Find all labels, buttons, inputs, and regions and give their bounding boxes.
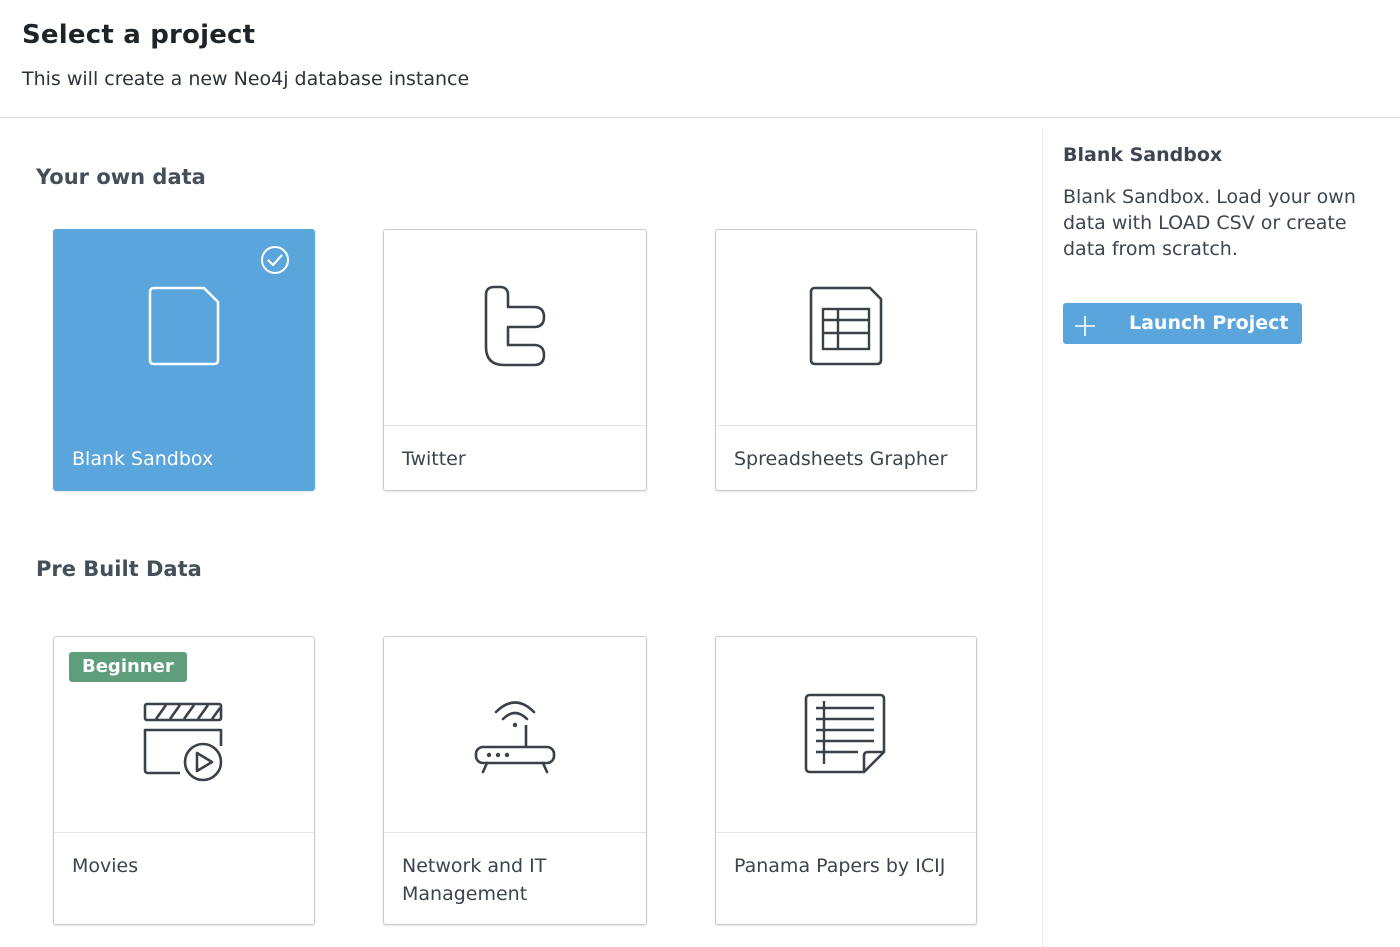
card-label: Blank Sandbox	[72, 448, 214, 470]
twitter-icon	[482, 283, 548, 373]
blank-file-icon	[147, 286, 221, 370]
project-card-network-it[interactable]: Network and IT Management	[383, 636, 647, 925]
card-label: Panama Papers by ICIJ	[734, 855, 946, 877]
project-card-twitter[interactable]: Twitter	[383, 229, 647, 491]
router-icon	[473, 692, 557, 778]
document-list-icon	[804, 692, 888, 778]
launch-project-label: Launch Project	[1129, 312, 1289, 334]
section-title-own-data: Your own data	[36, 165, 206, 189]
detail-description: Blank Sandbox. Load your own data with L…	[1063, 186, 1356, 260]
card-label: Network and IT Management	[402, 855, 547, 905]
launch-project-button[interactable]: Launch Project	[1063, 303, 1302, 344]
plus-icon	[1074, 315, 1096, 341]
project-card-panama-papers[interactable]: Panama Papers by ICIJ	[715, 636, 977, 925]
card-label: Movies	[72, 855, 139, 877]
page-header: Select a project This will create a new …	[0, 0, 1400, 118]
detail-title: Blank Sandbox	[1063, 144, 1223, 166]
movie-clapper-icon	[142, 701, 226, 787]
panel-divider	[1042, 128, 1043, 947]
card-label: Twitter	[402, 448, 466, 470]
project-card-spreadsheets-grapher[interactable]: Spreadsheets Grapher	[715, 229, 977, 491]
project-card-movies[interactable]: Beginner Movies	[53, 636, 315, 925]
card-label: Spreadsheets Grapher	[734, 448, 948, 470]
section-title-prebuilt: Pre Built Data	[36, 557, 202, 581]
page-title: Select a project	[22, 20, 256, 50]
project-card-blank-sandbox[interactable]: Blank Sandbox	[53, 229, 315, 491]
page-subtitle: This will create a new Neo4j database in…	[22, 68, 470, 90]
spreadsheet-icon	[808, 286, 884, 370]
